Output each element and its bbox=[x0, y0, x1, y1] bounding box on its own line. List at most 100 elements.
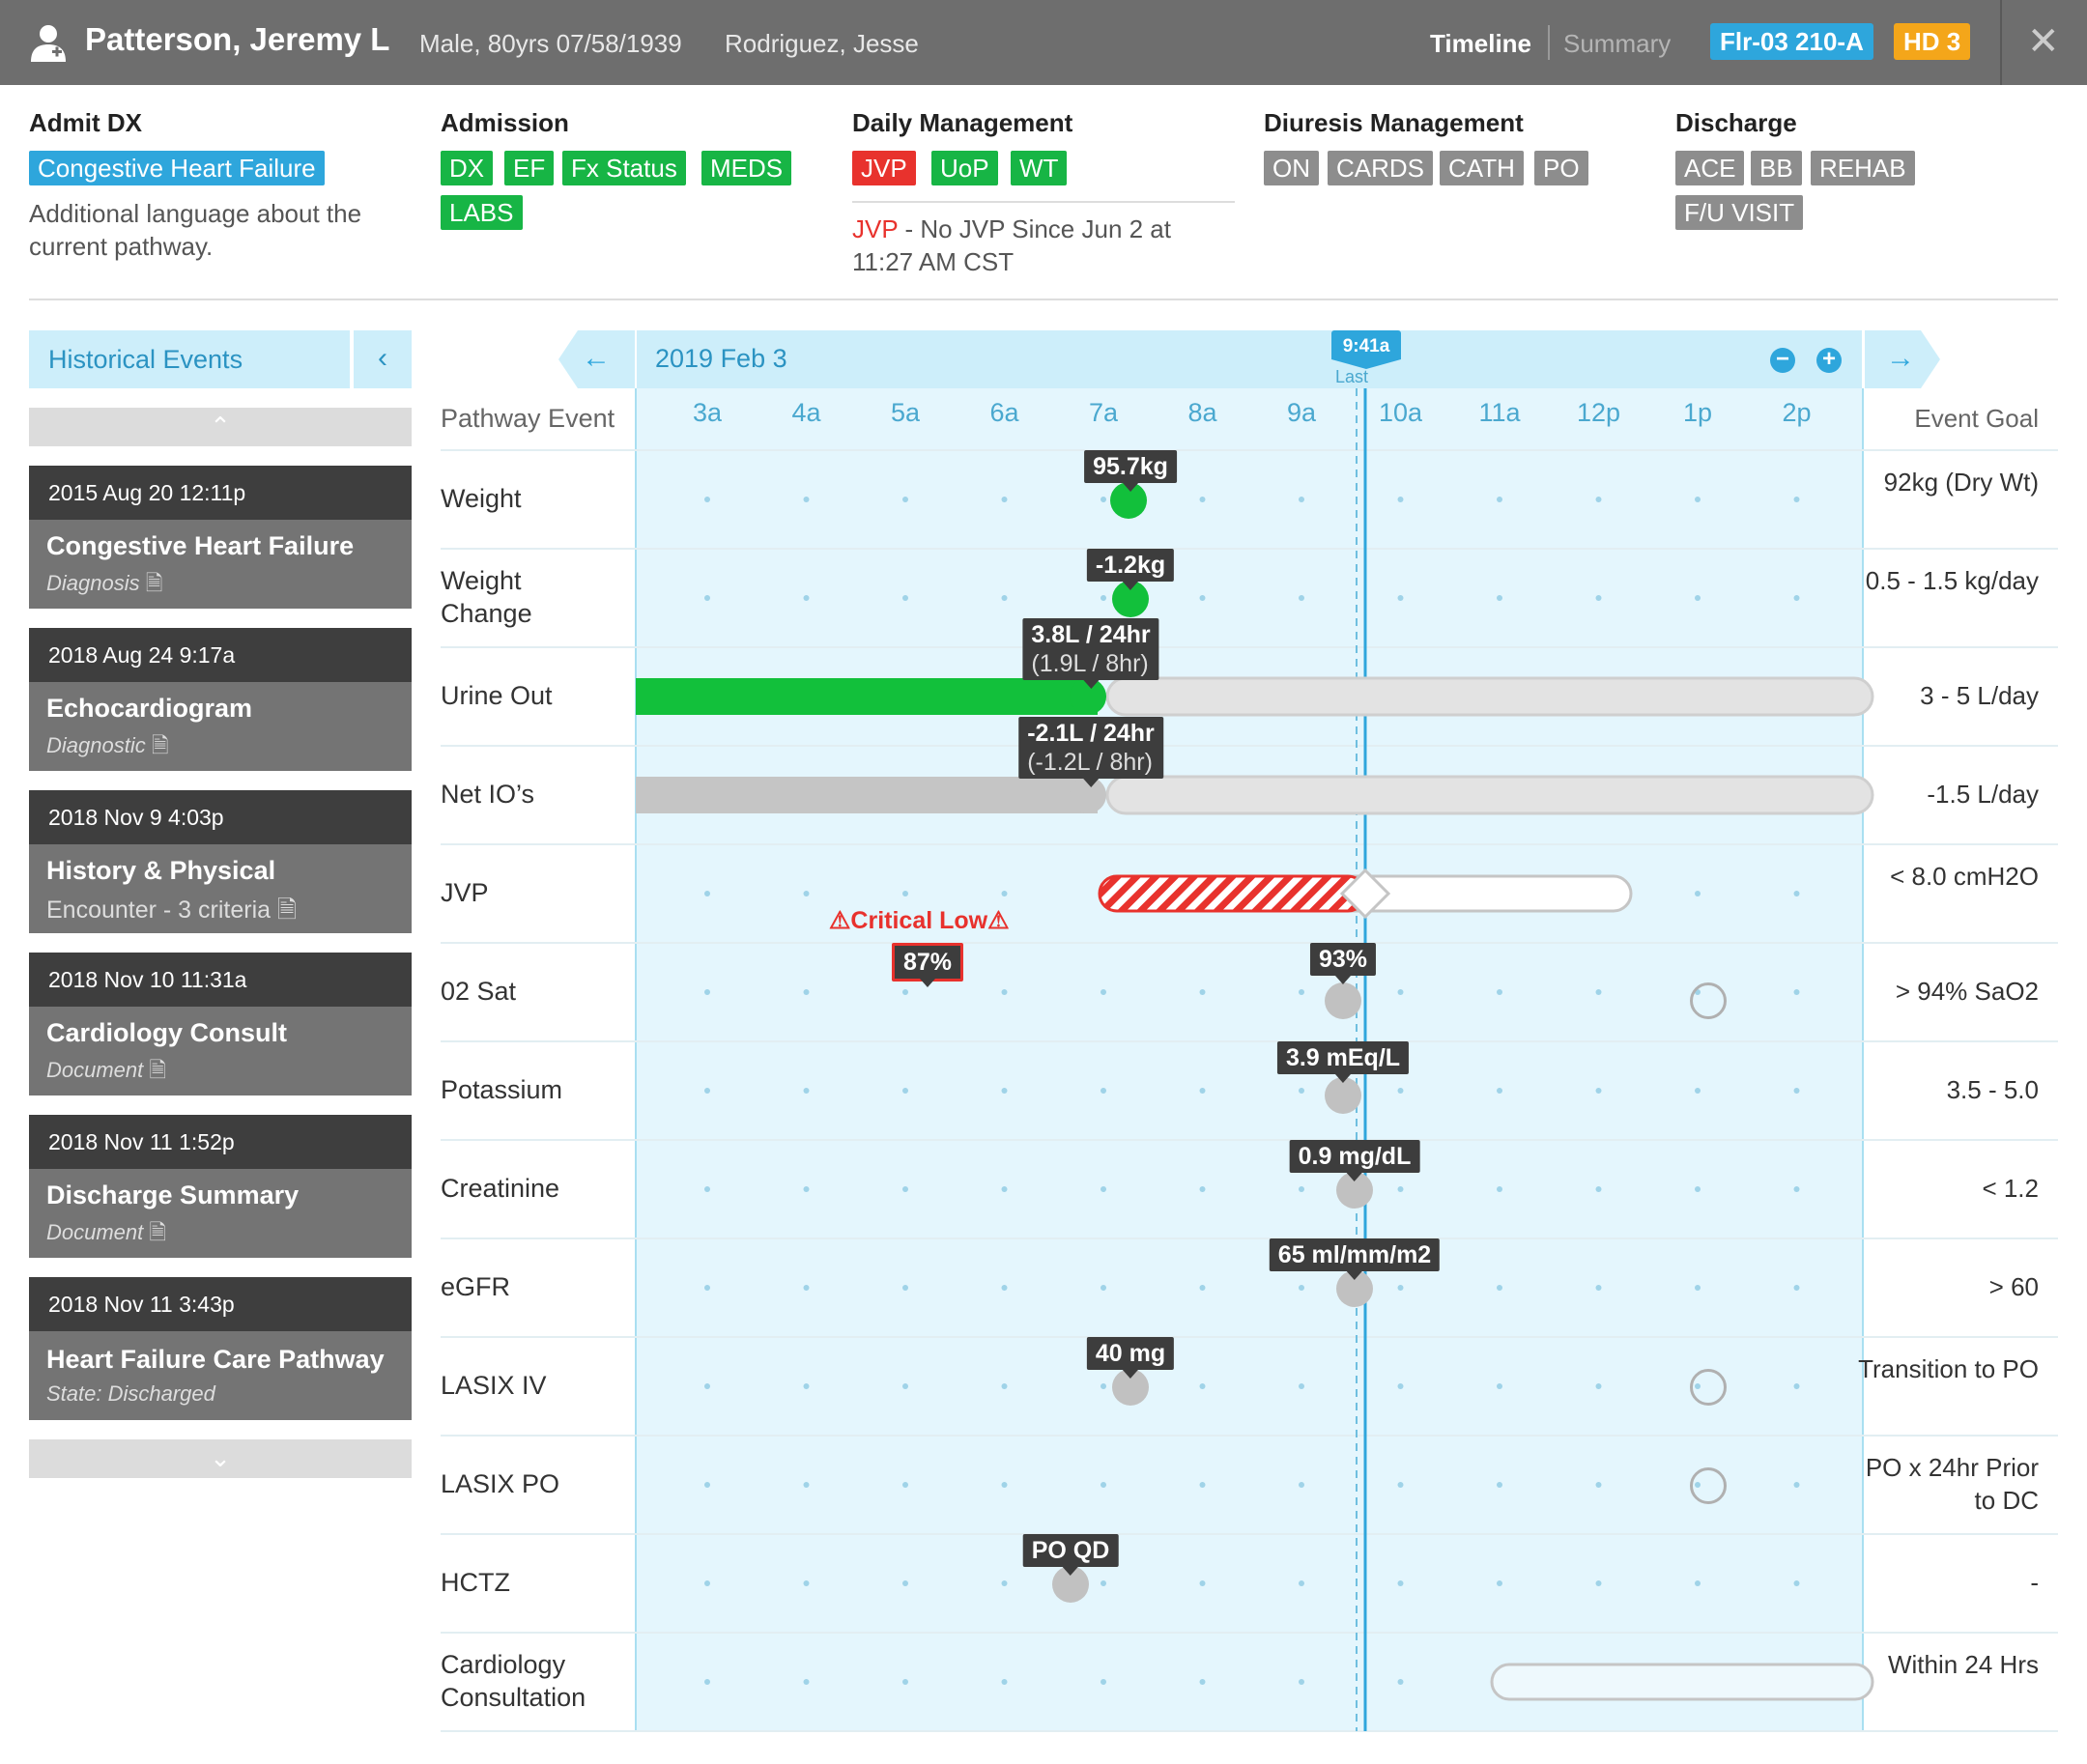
grid-dot bbox=[902, 1679, 908, 1685]
grid-dot bbox=[1397, 497, 1404, 502]
grid-dot bbox=[1199, 1383, 1206, 1389]
grid-dot bbox=[1299, 1679, 1304, 1685]
lasix-iv-pending-marker[interactable] bbox=[1690, 1369, 1727, 1406]
grid-dot bbox=[1793, 891, 1800, 896]
grid-dot bbox=[704, 595, 710, 601]
o2-sat-low-bubble[interactable]: 87% bbox=[891, 943, 964, 987]
grid-dot bbox=[1001, 1482, 1008, 1488]
row-label-10: LASIX PO bbox=[441, 1469, 560, 1498]
grid-dot bbox=[803, 891, 810, 896]
grid-dot bbox=[704, 891, 710, 896]
hour-label: 8a bbox=[1187, 398, 1217, 427]
row-goal-9: Transition to PO bbox=[1858, 1354, 2039, 1383]
row-goal-7: < 1.2 bbox=[1982, 1174, 2039, 1203]
grid-dot bbox=[803, 989, 810, 995]
urine-out-value-bubble[interactable]: 3.8L / 24hr (1.9L / 8hr) bbox=[1022, 618, 1159, 689]
weight-value-bubble[interactable]: 95.7kg bbox=[1084, 450, 1177, 492]
hour-label: 2p bbox=[1782, 398, 1812, 427]
row-label-7: Creatinine bbox=[441, 1174, 560, 1203]
grid-dot bbox=[1299, 1186, 1304, 1192]
row-label-1: Weight Change bbox=[441, 566, 532, 628]
event-goal-header: Event Goal bbox=[1914, 404, 2039, 433]
grid-dot bbox=[1595, 1088, 1602, 1094]
row-goal-11: - bbox=[2030, 1568, 2039, 1597]
hour-label: 5a bbox=[890, 398, 921, 427]
row-goal-8: > 60 bbox=[1988, 1272, 2039, 1301]
hour-label: 3a bbox=[692, 398, 723, 427]
grid-dot bbox=[1001, 1383, 1008, 1389]
grid-dot bbox=[902, 1383, 908, 1389]
grid-dot bbox=[1793, 595, 1800, 601]
grid-dot bbox=[1497, 497, 1502, 502]
grid-dot bbox=[1101, 1285, 1106, 1291]
creatinine-value-bubble[interactable]: 0.9 mg/dL bbox=[1289, 1140, 1420, 1181]
grid-dot bbox=[1001, 989, 1008, 995]
row-goal-4: < 8.0 cmH2O bbox=[1890, 862, 2039, 891]
grid-dot bbox=[1199, 497, 1206, 502]
o2-sat-marker[interactable] bbox=[1325, 982, 1361, 1019]
hour-label: 4a bbox=[791, 398, 821, 427]
grid-dot bbox=[1101, 497, 1106, 502]
grid-dot bbox=[902, 1088, 908, 1094]
net-io-value-bubble-line2: (-1.2L / 8hr) bbox=[1027, 749, 1153, 776]
grid-dot bbox=[1397, 1383, 1404, 1389]
grid-dot bbox=[704, 1186, 710, 1192]
lasix-iv-value-bubble[interactable]: 40 mg bbox=[1086, 1337, 1175, 1379]
grid-dot bbox=[803, 497, 810, 502]
hour-label: 11a bbox=[1478, 398, 1521, 427]
grid-dot bbox=[704, 497, 710, 502]
row-goal-6: 3.5 - 5.0 bbox=[1946, 1075, 2039, 1104]
grid-dot bbox=[704, 989, 710, 995]
urine-out-bar bbox=[636, 678, 1098, 715]
hctz-value-bubble[interactable]: PO QD bbox=[1022, 1534, 1119, 1576]
egfr-value-bubble[interactable]: 65 ml/mm/m2 bbox=[1269, 1238, 1441, 1280]
grid-dot bbox=[1497, 595, 1502, 601]
grid-dot bbox=[1299, 1088, 1304, 1094]
row-label-8: eGFR bbox=[441, 1272, 511, 1301]
grid-dot bbox=[1595, 1383, 1602, 1389]
urine-out-pending-bar bbox=[1105, 676, 1874, 717]
row-goal-1: 0.5 - 1.5 kg/day bbox=[1865, 566, 2039, 595]
grid-dot bbox=[1397, 1088, 1404, 1094]
grid-dot bbox=[1299, 1383, 1304, 1389]
grid-dot bbox=[803, 1088, 810, 1094]
row-goal-0: 92kg (Dry Wt) bbox=[1883, 468, 2039, 497]
grid-dot bbox=[1299, 1482, 1304, 1488]
o2-sat-pending-marker[interactable] bbox=[1690, 982, 1727, 1019]
row-label-12: Cardiology Consultation bbox=[441, 1650, 586, 1712]
zoom-in-icon[interactable]: + bbox=[1816, 348, 1842, 373]
lasix-po-pending-marker[interactable] bbox=[1690, 1467, 1727, 1504]
zoom-out-icon[interactable]: − bbox=[1770, 348, 1795, 373]
cardiology-consult-bar bbox=[1490, 1663, 1874, 1701]
net-io-value-bubble[interactable]: -2.1L / 24hr (-1.2L / 8hr) bbox=[1018, 717, 1163, 787]
grid-dot bbox=[1397, 1285, 1404, 1291]
warning-icon: ⚠ bbox=[987, 907, 1010, 934]
grid-dot bbox=[1595, 497, 1602, 502]
grid-dot bbox=[704, 1482, 710, 1488]
urine-out-value-bubble-line2: (1.9L / 8hr) bbox=[1031, 650, 1149, 677]
grid-dot bbox=[1101, 1088, 1106, 1094]
grid-dot bbox=[1793, 1285, 1800, 1291]
grid-dot bbox=[1695, 891, 1701, 896]
grid-dot bbox=[1001, 1088, 1008, 1094]
grid-dot bbox=[704, 1580, 710, 1586]
potassium-value-bubble[interactable]: 3.9 mEq/L bbox=[1276, 1041, 1410, 1083]
grid-dot bbox=[1299, 595, 1304, 601]
grid-dot bbox=[1595, 1580, 1602, 1586]
grid-dot bbox=[1793, 497, 1800, 502]
arrow-left-icon[interactable]: ← bbox=[582, 342, 611, 375]
weight-change-value-bubble[interactable]: -1.2kg bbox=[1086, 549, 1175, 590]
o2-sat-value-bubble[interactable]: 93% bbox=[1309, 943, 1377, 984]
grid-dot bbox=[1001, 891, 1008, 896]
grid-dot bbox=[1001, 1186, 1008, 1192]
grid-dot bbox=[1695, 595, 1701, 601]
grid-dot bbox=[1397, 1482, 1404, 1488]
grid-dot bbox=[1497, 1285, 1502, 1291]
grid-dot bbox=[1793, 1186, 1800, 1192]
grid-dot bbox=[1199, 1679, 1206, 1685]
grid-dot bbox=[803, 1186, 810, 1192]
grid-dot bbox=[1199, 1580, 1206, 1586]
grid-dot bbox=[1793, 1088, 1800, 1094]
arrow-right-icon[interactable]: → bbox=[1886, 342, 1915, 375]
grid-dot bbox=[1695, 1088, 1701, 1094]
